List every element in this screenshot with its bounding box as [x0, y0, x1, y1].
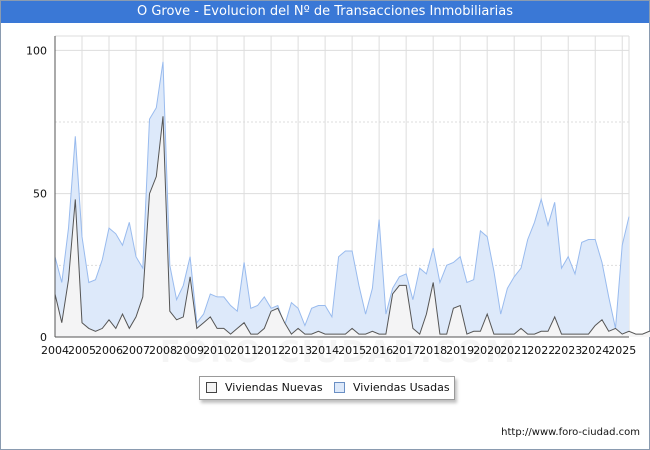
x-tick-label-2008: 2008 [149, 344, 177, 357]
x-tick-label-2018: 2018 [419, 344, 447, 357]
y-tick-label-50: 50 [33, 188, 47, 201]
x-tick-label-2025: 2025 [608, 344, 636, 357]
x-tick-label-2017: 2017 [392, 344, 420, 357]
y-tick-label-0: 0 [40, 331, 47, 344]
x-tick-label-2011: 2011 [230, 344, 258, 357]
legend-swatch-usadas [334, 381, 345, 393]
x-tick-label-2013: 2013 [284, 344, 312, 357]
x-tick-label-2020: 2020 [473, 344, 501, 357]
y-tick-labels: 0 50 100 [26, 44, 47, 344]
x-tick-label-2009: 2009 [176, 344, 204, 357]
x-tick-label-2007: 2007 [122, 344, 150, 357]
x-tick-label-2024: 2024 [581, 344, 609, 357]
x-tick-label-2023: 2023 [554, 344, 582, 357]
x-tick-label-2021: 2021 [500, 344, 528, 357]
legend-label-nuevas: Viviendas Nuevas [225, 381, 323, 394]
x-tick-label-2010: 2010 [203, 344, 231, 357]
x-tick-label-2012: 2012 [257, 344, 285, 357]
x-tick-label-2019: 2019 [446, 344, 474, 357]
x-tick-labels: 2004 2005 2006 2007 2008 2009 2010 2011 2012 2013… [41, 344, 636, 357]
x-tick-label-2015: 2015 [338, 344, 366, 357]
x-tick-label-2006: 2006 [95, 344, 123, 357]
x-tick-label-2014: 2014 [311, 344, 339, 357]
x-tick-label-2022: 2022 [527, 344, 555, 357]
legend-label-usadas: Viviendas Usadas [353, 381, 450, 394]
legend-swatch-nuevas [206, 381, 217, 393]
chart-legend: Viviendas Nuevas Viviendas Usadas [199, 376, 455, 400]
legend-item-usadas: Viviendas Usadas [334, 377, 450, 399]
y-tick-label-100: 100 [26, 44, 47, 57]
x-tick-label-2005: 2005 [68, 344, 96, 357]
source-url: http://www.foro-ciudad.com [501, 427, 640, 438]
legend-item-nuevas: Viviendas Nuevas [206, 377, 323, 399]
x-tick-label-2016: 2016 [365, 344, 393, 357]
x-tick-label-2004: 2004 [41, 344, 69, 357]
